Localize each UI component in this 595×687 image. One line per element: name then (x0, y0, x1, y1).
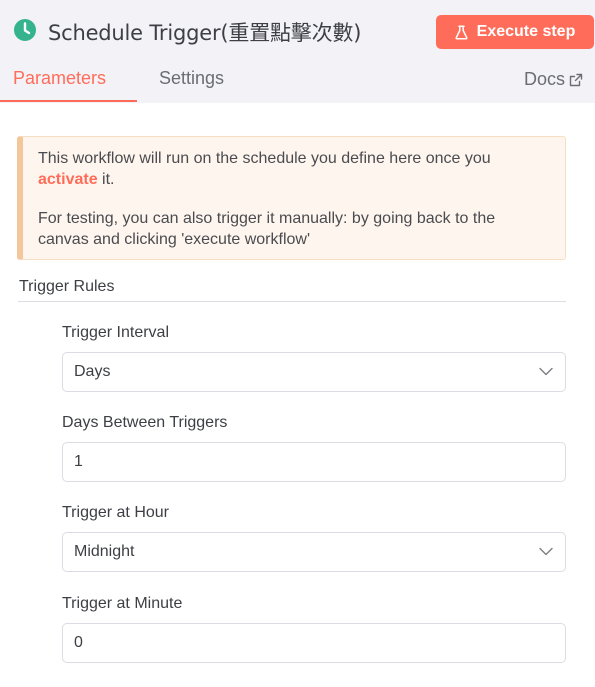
external-link-icon (569, 73, 583, 86)
trigger-at-hour-value: Midnight (74, 543, 135, 560)
notice-line-2: For testing, you can also trigger it man… (38, 210, 496, 248)
days-between-triggers-input[interactable]: 1 (62, 442, 566, 482)
docs-link[interactable]: Docs (524, 69, 583, 90)
trigger-rules-heading: Trigger Rules (19, 278, 115, 295)
activation-notice: This workflow will run on the schedule y… (17, 136, 566, 260)
section-divider (18, 301, 566, 302)
chevron-down-icon (539, 547, 553, 556)
activate-link[interactable]: activate (38, 171, 98, 188)
trigger-interval-select[interactable]: Days (62, 352, 566, 392)
trigger-at-hour-select[interactable]: Midnight (62, 532, 566, 572)
days-between-triggers-value: 1 (74, 453, 83, 470)
execute-step-button[interactable]: Execute step (436, 15, 594, 49)
clock-icon (14, 19, 36, 41)
active-tab-indicator (0, 100, 137, 102)
trigger-interval-label: Trigger Interval (62, 324, 169, 341)
node-settings-panel: Schedule Trigger(重置點擊次數) Execute step Pa… (0, 0, 595, 687)
trigger-at-hour-label: Trigger at Hour (62, 504, 169, 521)
panel-header: Schedule Trigger(重置點擊次數) Execute step Pa… (0, 0, 595, 103)
trigger-at-minute-input[interactable]: 0 (62, 623, 566, 663)
chevron-down-icon (539, 367, 553, 376)
trigger-at-minute-label: Trigger at Minute (62, 595, 183, 612)
trigger-at-minute-value: 0 (74, 634, 83, 651)
days-between-triggers-label: Days Between Triggers (62, 414, 228, 431)
notice-line-1: This workflow will run on the schedule y… (38, 150, 491, 188)
node-title[interactable]: Schedule Trigger(重置點擊次數) (48, 17, 361, 47)
tab-settings[interactable]: Settings (159, 68, 224, 89)
tab-parameters[interactable]: Parameters (13, 68, 106, 89)
flask-icon (455, 24, 468, 40)
docs-label: Docs (524, 69, 566, 89)
execute-step-label: Execute step (476, 23, 576, 40)
trigger-interval-value: Days (74, 363, 111, 380)
